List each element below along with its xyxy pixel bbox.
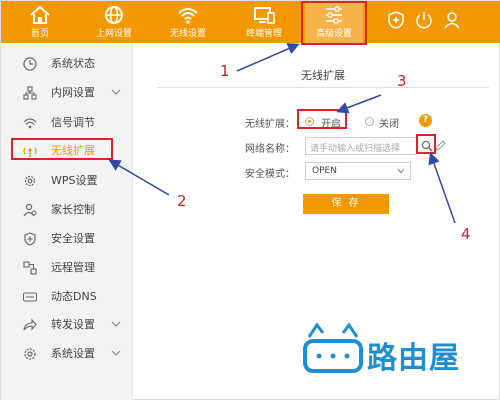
sidebar-item-wps[interactable]: WPS设置 bbox=[1, 168, 133, 194]
sidebar-item-lan[interactable]: 内网设置 bbox=[1, 80, 133, 106]
nav-item-devices[interactable]: 终端管理 bbox=[233, 1, 295, 43]
page-title: 无线扩展 bbox=[301, 69, 345, 82]
callout-box-enable bbox=[297, 109, 347, 129]
sidebar-item-label: 转发设置 bbox=[51, 318, 95, 331]
ssid-input[interactable]: 请手动输入或扫描选择 bbox=[305, 137, 417, 155]
sidebar-item-label: 信号调节 bbox=[51, 116, 95, 129]
callout-box-advanced bbox=[301, 1, 367, 45]
sidebar-item-parental[interactable]: 家长控制 bbox=[1, 197, 133, 223]
edit-icon[interactable] bbox=[435, 140, 446, 151]
top-navigation: 首页 上网设置 无线设置 终端管理 高级设置 bbox=[1, 1, 500, 43]
router-admin-window: 首页 上网设置 无线设置 终端管理 高级设置 系统状态 内网设置 信号调节 无线… bbox=[0, 0, 500, 400]
system-gear-icon bbox=[24, 348, 36, 360]
sidebar-item-label: WPS设置 bbox=[51, 174, 98, 187]
watermark-text: 路由屋 bbox=[367, 341, 460, 376]
sidebar-item-remote[interactable]: 远程管理 bbox=[1, 255, 133, 281]
sidebar-item-system-settings[interactable]: 系统设置 bbox=[1, 341, 133, 367]
nav-item-home[interactable]: 首页 bbox=[9, 1, 71, 43]
callout-box-wireless-extend bbox=[11, 138, 113, 160]
sidebar-item-label: 远程管理 bbox=[51, 261, 95, 274]
extend-label: 无线扩展： bbox=[245, 119, 295, 130]
user-icon[interactable] bbox=[443, 11, 461, 29]
sidebar-item-ddns[interactable]: 动态DNS bbox=[1, 284, 133, 310]
callout-box-scan bbox=[416, 134, 436, 154]
remote-icon bbox=[23, 261, 37, 275]
save-button[interactable]: 保 存 bbox=[303, 194, 389, 214]
sidebar-item-label: 系统设置 bbox=[51, 347, 95, 360]
signal-icon bbox=[23, 118, 37, 129]
network-icon bbox=[23, 86, 37, 100]
globe-icon bbox=[105, 6, 123, 24]
annotation-number-1: 1 bbox=[220, 62, 230, 80]
nav-label: 首页 bbox=[30, 29, 49, 39]
sidebar-item-label: 系统状态 bbox=[51, 57, 95, 70]
dns-icon bbox=[23, 292, 37, 302]
security-mode-value: OPEN bbox=[312, 166, 337, 176]
title-divider bbox=[157, 87, 489, 88]
router-logo-icon bbox=[303, 322, 363, 373]
sidebar-item-label: 动态DNS bbox=[51, 290, 97, 303]
shield-plus-icon[interactable] bbox=[387, 11, 405, 29]
sidebar-item-forwarding[interactable]: 转发设置 bbox=[1, 312, 133, 338]
sidebar-item-system-status[interactable]: 系统状态 bbox=[1, 51, 133, 77]
help-icon[interactable]: ? bbox=[419, 114, 432, 127]
home-icon bbox=[30, 5, 50, 24]
radio-extend-off[interactable] bbox=[365, 117, 374, 126]
chevron-down-icon bbox=[111, 321, 121, 327]
nav-label: 上网设置 bbox=[95, 29, 132, 39]
nav-label: 终端管理 bbox=[245, 29, 282, 39]
sidebar-item-label: 内网设置 bbox=[51, 86, 95, 99]
power-icon[interactable] bbox=[415, 11, 433, 29]
ssid-label: 网络名称： bbox=[245, 144, 295, 155]
gear-icon bbox=[24, 175, 36, 187]
chevron-down-icon bbox=[111, 89, 121, 95]
sidebar-item-security[interactable]: 安全设置 bbox=[1, 226, 133, 252]
annotation-number-2: 2 bbox=[177, 192, 187, 210]
sidebar-item-label: 家长控制 bbox=[51, 203, 95, 216]
monitor-icon bbox=[254, 7, 275, 24]
sidebar-item-label: 安全设置 bbox=[51, 232, 95, 245]
chevron-down-icon bbox=[111, 350, 121, 356]
shield-icon bbox=[24, 232, 36, 246]
nav-item-internet[interactable]: 上网设置 bbox=[83, 1, 145, 43]
chevron-down-icon bbox=[397, 168, 405, 174]
parent-icon bbox=[23, 203, 37, 217]
annotation-number-4: 4 bbox=[461, 225, 471, 243]
nav-item-wireless[interactable]: 无线设置 bbox=[157, 1, 219, 43]
arrow-4 bbox=[428, 152, 456, 224]
wifi-icon bbox=[178, 8, 198, 24]
clock-icon bbox=[23, 57, 37, 71]
security-mode-select[interactable]: OPEN bbox=[305, 162, 411, 180]
forward-icon bbox=[23, 318, 37, 331]
security-label: 安全模式： bbox=[245, 169, 295, 180]
radio-extend-off-label[interactable]: 关闭 bbox=[379, 115, 399, 130]
annotation-number-3: 3 bbox=[397, 72, 407, 90]
sidebar-item-signal[interactable]: 信号调节 bbox=[1, 110, 133, 136]
nav-label: 无线设置 bbox=[169, 29, 206, 39]
